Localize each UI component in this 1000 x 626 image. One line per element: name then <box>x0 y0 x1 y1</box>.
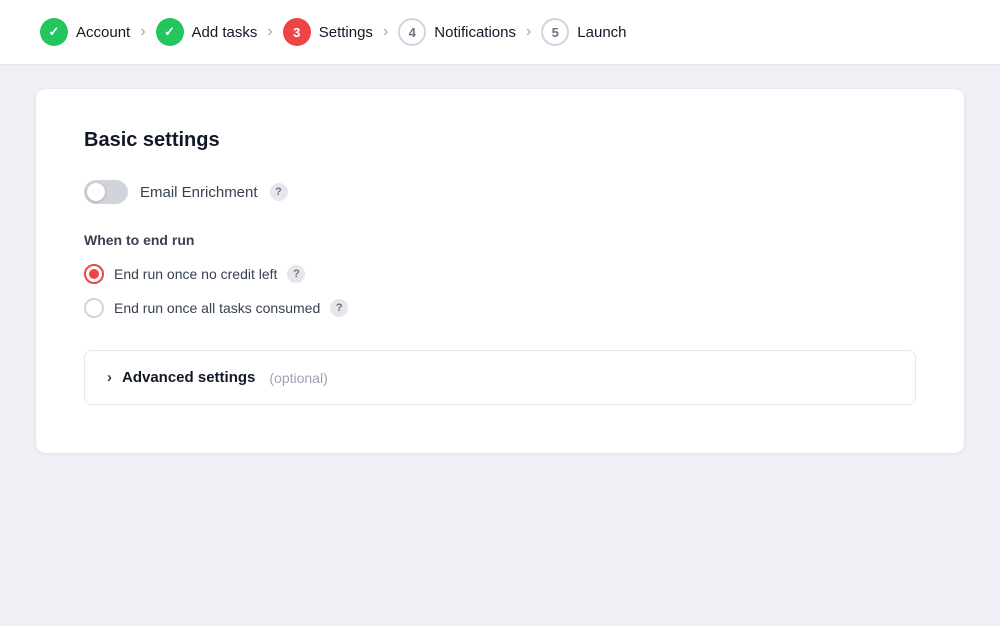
advanced-settings-box[interactable]: › Advanced settings (optional) <box>84 350 916 405</box>
radio-outer-no-credit <box>84 264 104 284</box>
main-content: Basic settings Email Enrichment ? When t… <box>0 65 1000 477</box>
step-circle-account: ✓ <box>40 18 68 46</box>
step-circle-add-tasks: ✓ <box>156 18 184 46</box>
no-credit-help-icon[interactable]: ? <box>287 265 305 283</box>
radio-no-credit[interactable]: End run once no credit left ? <box>84 264 916 284</box>
email-enrichment-help-icon[interactable]: ? <box>270 183 288 201</box>
email-enrichment-toggle[interactable] <box>84 180 128 204</box>
chevron-icon-2: › <box>267 23 272 41</box>
toggle-knob <box>87 183 105 201</box>
step-add-tasks[interactable]: ✓ Add tasks <box>156 18 258 46</box>
all-tasks-help-icon[interactable]: ? <box>330 299 348 317</box>
when-to-end-label: When to end run <box>84 232 916 248</box>
chevron-icon-4: › <box>526 23 531 41</box>
step-launch[interactable]: 5 Launch <box>541 18 626 46</box>
step-label-account: Account <box>76 24 130 41</box>
step-circle-settings: 3 <box>283 18 311 46</box>
step-label-settings: Settings <box>319 24 373 41</box>
step-settings[interactable]: 3 Settings <box>283 18 373 46</box>
email-enrichment-label: Email Enrichment <box>140 184 258 201</box>
radio-group-end-run: End run once no credit left ? End run on… <box>84 264 916 318</box>
step-notifications[interactable]: 4 Notifications <box>398 18 516 46</box>
step-account[interactable]: ✓ Account <box>40 18 130 46</box>
section-title: Basic settings <box>84 129 916 152</box>
radio-inner-no-credit <box>89 269 99 279</box>
step-label-notifications: Notifications <box>434 24 516 41</box>
settings-card: Basic settings Email Enrichment ? When t… <box>36 89 964 453</box>
radio-outer-all-tasks <box>84 298 104 318</box>
chevron-icon-1: › <box>140 23 145 41</box>
step-label-launch: Launch <box>577 24 626 41</box>
advanced-settings-title: Advanced settings <box>122 369 255 386</box>
email-enrichment-row: Email Enrichment ? <box>84 180 916 204</box>
radio-all-tasks[interactable]: End run once all tasks consumed ? <box>84 298 916 318</box>
radio-label-no-credit: End run once no credit left <box>114 266 277 282</box>
step-label-add-tasks: Add tasks <box>192 24 258 41</box>
advanced-chevron-icon: › <box>107 369 112 386</box>
step-circle-launch: 5 <box>541 18 569 46</box>
chevron-icon-3: › <box>383 23 388 41</box>
step-circle-notifications: 4 <box>398 18 426 46</box>
advanced-optional-label: (optional) <box>269 370 327 386</box>
radio-label-all-tasks: End run once all tasks consumed <box>114 300 320 316</box>
stepper: ✓ Account › ✓ Add tasks › 3 Settings › 4… <box>0 0 1000 65</box>
